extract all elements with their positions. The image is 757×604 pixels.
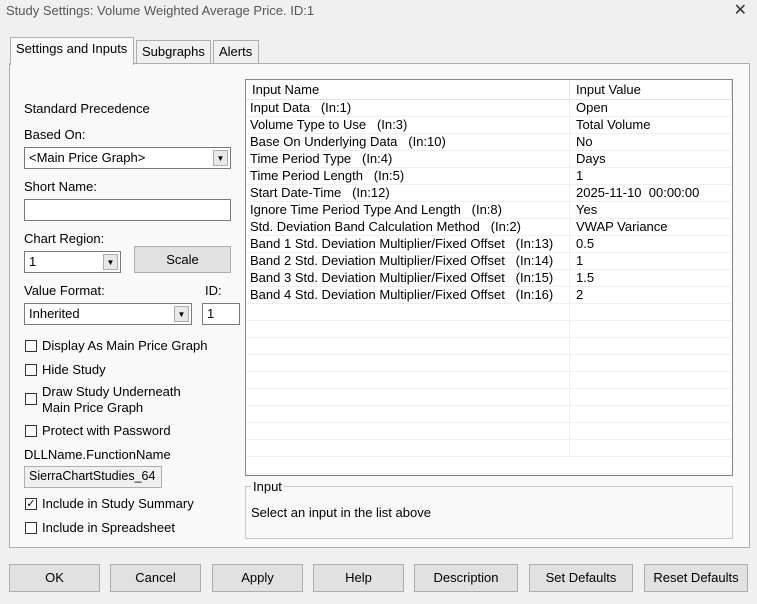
cancel-button[interactable]: Cancel — [110, 564, 201, 592]
hide-study-label: Hide Study — [42, 362, 106, 377]
input-value-cell[interactable]: Total Volume — [570, 117, 732, 133]
empty-row — [246, 321, 732, 338]
input-value-cell[interactable]: Open — [570, 100, 732, 116]
tab-alerts[interactable]: Alerts — [213, 40, 259, 64]
include-summary-checkbox[interactable]: ✓ — [25, 498, 37, 510]
description-button[interactable]: Description — [414, 564, 518, 592]
input-name-cell: Std. Deviation Band Calculation Method (… — [246, 219, 570, 235]
inputs-table: Input Name Input Value Input Data (In:1)… — [245, 79, 733, 476]
table-header: Input Name Input Value — [246, 80, 732, 100]
table-row[interactable]: Base On Underlying Data (In:10) No — [246, 134, 732, 151]
table-row[interactable]: Std. Deviation Band Calculation Method (… — [246, 219, 732, 236]
empty-row — [246, 355, 732, 372]
empty-row — [246, 372, 732, 389]
based-on-value: <Main Price Graph> — [29, 150, 146, 165]
table-row[interactable]: Start Date-Time (In:12) 2025-11-10 00:00:… — [246, 185, 732, 202]
table-row[interactable]: Band 1 Std. Deviation Multiplier/Fixed O… — [246, 236, 732, 253]
input-value-cell[interactable]: Days — [570, 151, 732, 167]
input-name-cell: Input Data (In:1) — [246, 100, 570, 116]
window-title: Study Settings: Volume Weighted Average … — [6, 3, 315, 18]
hide-study-checkbox[interactable] — [25, 364, 37, 376]
input-value-cell[interactable]: 2 — [570, 287, 732, 303]
table-row[interactable]: Band 3 Std. Deviation Multiplier/Fixed O… — [246, 270, 732, 287]
protect-password-label: Protect with Password — [42, 423, 171, 438]
short-name-label: Short Name: — [24, 179, 97, 194]
value-format-value: Inherited — [29, 306, 80, 321]
chevron-down-icon: ▼ — [174, 306, 189, 322]
apply-button[interactable]: Apply — [212, 564, 303, 592]
reset-defaults-button[interactable]: Reset Defaults — [644, 564, 748, 592]
input-name-cell: Band 4 Std. Deviation Multiplier/Fixed O… — [246, 287, 570, 303]
input-name-cell: Time Period Length (In:5) — [246, 168, 570, 184]
include-spreadsheet-label: Include in Spreadsheet — [42, 520, 175, 535]
column-header-input-name[interactable]: Input Name — [246, 80, 570, 99]
chart-region-select[interactable]: 1 ▼ — [24, 251, 121, 273]
tab-settings-and-inputs[interactable]: Settings and Inputs — [10, 37, 134, 65]
empty-row — [246, 389, 732, 406]
input-value-cell[interactable]: 1 — [570, 253, 732, 269]
display-main-price-label: Display As Main Price Graph — [42, 338, 208, 353]
input-name-cell: Time Period Type (In:4) — [246, 151, 570, 167]
draw-underneath-label: Draw Study Underneath — [42, 384, 181, 399]
table-row[interactable]: Ignore Time Period Type And Length (In:8… — [246, 202, 732, 219]
input-name-cell: Base On Underlying Data (In:10) — [246, 134, 570, 150]
input-value-cell[interactable]: 1.5 — [570, 270, 732, 286]
table-row[interactable]: Band 4 Std. Deviation Multiplier/Fixed O… — [246, 287, 732, 304]
id-input[interactable]: 1 — [202, 303, 240, 325]
empty-row — [246, 423, 732, 440]
chevron-down-icon: ▼ — [103, 254, 118, 270]
display-main-price-checkbox[interactable] — [25, 340, 37, 352]
based-on-select[interactable]: <Main Price Graph> ▼ — [24, 147, 231, 169]
input-value-cell[interactable]: No — [570, 134, 732, 150]
close-icon[interactable]: ✕ — [734, 0, 747, 20]
input-name-cell: Band 2 Std. Deviation Multiplier/Fixed O… — [246, 253, 570, 269]
precedence-label: Standard Precedence — [24, 101, 150, 116]
input-value-cell[interactable]: VWAP Variance — [570, 219, 732, 235]
draw-underneath-checkbox[interactable] — [25, 393, 37, 405]
input-value-cell[interactable]: 2025-11-10 00:00:00 — [570, 185, 732, 201]
chart-region-value: 1 — [29, 254, 37, 269]
value-format-label: Value Format: — [24, 283, 105, 298]
dll-label: DLLName.FunctionName — [24, 447, 171, 462]
chart-region-label: Chart Region: — [24, 231, 105, 246]
input-value-cell[interactable]: 0.5 — [570, 236, 732, 252]
short-name-input[interactable] — [24, 199, 231, 221]
input-name-cell: Band 3 Std. Deviation Multiplier/Fixed O… — [246, 270, 570, 286]
tab-subgraphs[interactable]: Subgraphs — [136, 40, 211, 64]
dll-field: SierraChartStudies_64 — [24, 466, 162, 488]
input-name-cell: Band 1 Std. Deviation Multiplier/Fixed O… — [246, 236, 570, 252]
based-on-label: Based On: — [24, 127, 86, 142]
id-label: ID: — [205, 283, 222, 298]
table-row[interactable]: Volume Type to Use (In:3) Total Volume — [246, 117, 732, 134]
include-summary-label: Include in Study Summary — [42, 496, 194, 511]
input-group-title: Input — [251, 479, 284, 494]
input-value-cell[interactable]: Yes — [570, 202, 732, 218]
input-value-cell[interactable]: 1 — [570, 168, 732, 184]
empty-row — [246, 304, 732, 321]
table-row[interactable]: Time Period Type (In:4) Days — [246, 151, 732, 168]
column-header-input-value[interactable]: Input Value — [570, 80, 732, 99]
input-name-cell: Start Date-Time (In:12) — [246, 185, 570, 201]
help-button[interactable]: Help — [313, 564, 404, 592]
protect-password-checkbox[interactable] — [25, 425, 37, 437]
empty-row — [246, 440, 732, 457]
table-row[interactable]: Band 2 Std. Deviation Multiplier/Fixed O… — [246, 253, 732, 270]
input-description-text: Select an input in the list above — [251, 505, 431, 520]
set-defaults-button[interactable]: Set Defaults — [529, 564, 633, 592]
input-name-cell: Ignore Time Period Type And Length (In:8… — [246, 202, 570, 218]
input-name-cell: Volume Type to Use (In:3) — [246, 117, 570, 133]
empty-row — [246, 338, 732, 355]
empty-row — [246, 406, 732, 423]
draw-underneath-label-2: Main Price Graph — [42, 400, 144, 415]
value-format-select[interactable]: Inherited ▼ — [24, 303, 192, 325]
ok-button[interactable]: OK — [9, 564, 100, 592]
scale-button[interactable]: Scale — [134, 246, 231, 273]
include-spreadsheet-checkbox[interactable] — [25, 522, 37, 534]
table-row[interactable]: Input Data (In:1) Open — [246, 100, 732, 117]
table-row[interactable]: Time Period Length (In:5) 1 — [246, 168, 732, 185]
chevron-down-icon: ▼ — [213, 150, 228, 166]
